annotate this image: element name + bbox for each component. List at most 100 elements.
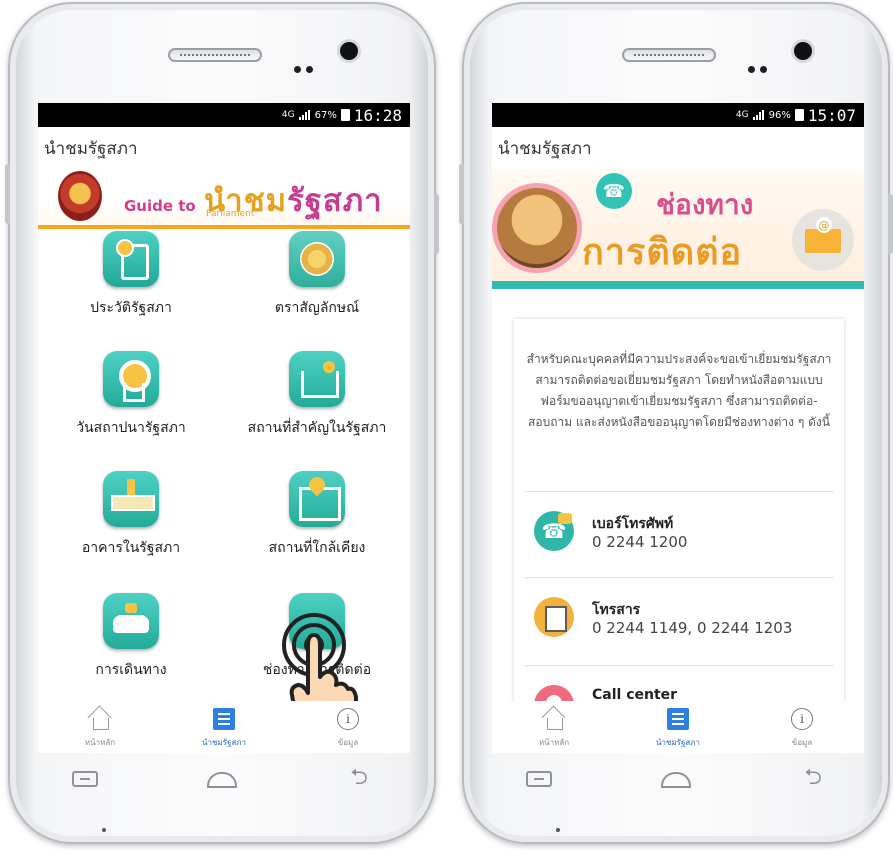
volume-button [5,164,10,224]
app-title: นำชมรัฐสภา [44,138,138,159]
network-type: 4G [281,109,295,120]
contact-row-phone[interactable]: เบอร์โทรศัพท์ 0 2244 1200 [514,491,844,577]
earpiece-speaker [168,48,262,62]
menu-label: การเดินทาง [95,662,167,678]
front-camera [340,42,358,60]
contact-label: โทรสาร [592,602,641,618]
nav-info[interactable]: i ข้อมูล [740,701,864,753]
divider [524,665,834,666]
back-arrow-icon: ⮌ [350,765,368,790]
menu-key[interactable] [70,768,100,790]
home-key-icon [661,772,691,788]
back-key[interactable]: ⮌ [798,765,828,790]
menu-item-travel[interactable]: การเดินทาง [38,593,224,681]
app-store-preview: 4G 67% 16:28 นำชมรัฐสภา Guide to นำชมรัฐ… [0,0,893,850]
contact-value: 0 2244 1149, 0 2244 1203 [592,619,793,637]
status-bar: 4G 96% 15:07 [492,103,864,127]
home-key[interactable] [661,768,691,790]
menu-label: ตราสัญลักษณ์ [274,300,360,316]
nav-home[interactable]: หน้าหลัก [38,701,162,753]
nav-info[interactable]: i ข้อมูล [286,701,410,753]
phone-icon [596,173,632,209]
banner-subtitle: Parliament [206,209,255,219]
contact-row-fax[interactable]: โทรสาร 0 2244 1149, 0 2244 1203 [514,577,844,663]
nav-home-label: หน้าหลัก [538,738,570,747]
hardware-keys: ⮌ [524,764,828,794]
car-icon [103,593,159,649]
nav-info-label: ข้อมูล [337,738,359,747]
screen-home-menu: 4G 67% 16:28 นำชมรัฐสภา Guide to นำชมรัฐ… [38,103,410,753]
menu-item-nearby[interactable]: สถานที่ใกล้เคียง [224,471,410,559]
medal-icon [103,351,159,407]
contact-banner: ช่องทาง การติดต่อ [492,169,864,289]
parliament-hall-photo [492,183,582,273]
fax-icon [534,597,574,637]
menu-key[interactable] [524,768,554,790]
menu-label: สถานที่ใกล้เคียง [268,540,366,556]
menu-key-icon [72,771,98,787]
app-title: นำชมรัฐสภา [498,138,592,159]
telephone-icon [534,511,574,551]
contact-label: เบอร์โทรศัพท์ [592,516,674,532]
banner-contact: การติดต่อ [582,232,743,273]
guide-banner: Guide to นำชมรัฐสภา Parliament [38,169,410,229]
status-bar: 4G 67% 16:28 [38,103,410,127]
battery-percent: 96% [768,109,791,121]
menu-label: วันสถาปนารัฐสภา [76,420,186,436]
menu-key-icon [526,771,552,787]
contact-value: 0 2244 1200 [592,533,688,551]
clock: 16:28 [353,105,402,125]
sensor-dot [760,66,767,73]
nav-info-label: ข้อมูล [791,738,813,747]
sensor-dot [306,66,313,73]
banner-guide-to: Guide to [124,197,196,215]
info-icon: i [337,708,359,730]
home-icon [89,709,111,730]
document-icon [103,231,159,287]
microphone-dot [556,828,560,832]
contact-card: สำหรับคณะบุคคลที่มีความประสงค์จะขอเข้าเย… [514,319,844,753]
screen-contact: 4G 96% 15:07 นำชมรัฐสภา ช่องทาง การติดต่… [492,103,864,753]
map-icon [289,471,345,527]
banner-title-main: รัฐสภา [287,183,383,219]
power-button [888,194,893,254]
contact-intro: สำหรับคณะบุคคลที่มีความประสงค์จะขอเข้าเย… [526,352,832,429]
mail-icon [792,209,854,271]
battery-icon [340,109,350,121]
battery-charging-icon [794,109,804,121]
list-icon [667,708,689,730]
nav-tour[interactable]: นำชมรัฐสภา [162,701,286,753]
home-icon [543,709,565,730]
divider [524,577,834,578]
nav-home-label: หน้าหลัก [84,738,116,747]
info-icon: i [791,708,813,730]
parliament-seal-logo [58,171,102,221]
city-icon [289,351,345,407]
nav-home[interactable]: หน้าหลัก [492,701,616,753]
home-key-icon [207,772,237,788]
building-icon [103,471,159,527]
front-camera [794,42,812,60]
phone-frame-right: 4G 96% 15:07 นำชมรัฐสภา ช่องทาง การติดต่… [459,2,893,844]
menu-label: อาคารในรัฐสภา [81,540,181,556]
bottom-navigation: หน้าหลัก นำชมรัฐสภา i ข้อมูล [492,701,864,753]
sensor-dot [294,66,301,73]
back-key[interactable]: ⮌ [344,765,374,790]
menu-item-emblem[interactable]: ตราสัญลักษณ์ [224,231,410,319]
microphone-dot [102,828,106,832]
signal-icon [298,110,311,120]
menu-item-history[interactable]: ประวัติรัฐสภา [38,231,224,319]
menu-item-buildings[interactable]: อาคารในรัฐสภา [38,471,224,559]
nav-tour-label: นำชมรัฐสภา [201,738,247,747]
home-key[interactable] [207,768,237,790]
menu-item-important-places[interactable]: สถานที่สำคัญในรัฐสภา [224,351,410,439]
banner-channel: ช่องทาง [656,188,754,221]
bottom-navigation: หน้าหลัก นำชมรัฐสภา i ข้อมูล [38,701,410,753]
nav-tour[interactable]: นำชมรัฐสภา [616,701,740,753]
battery-percent: 67% [314,109,337,121]
menu-item-founding-day[interactable]: วันสถาปนารัฐสภา [38,351,224,439]
sensor-dot [748,66,755,73]
emblem-icon [289,231,345,287]
menu-label: สถานที่สำคัญในรัฐสภา [247,420,387,436]
divider [524,491,834,492]
